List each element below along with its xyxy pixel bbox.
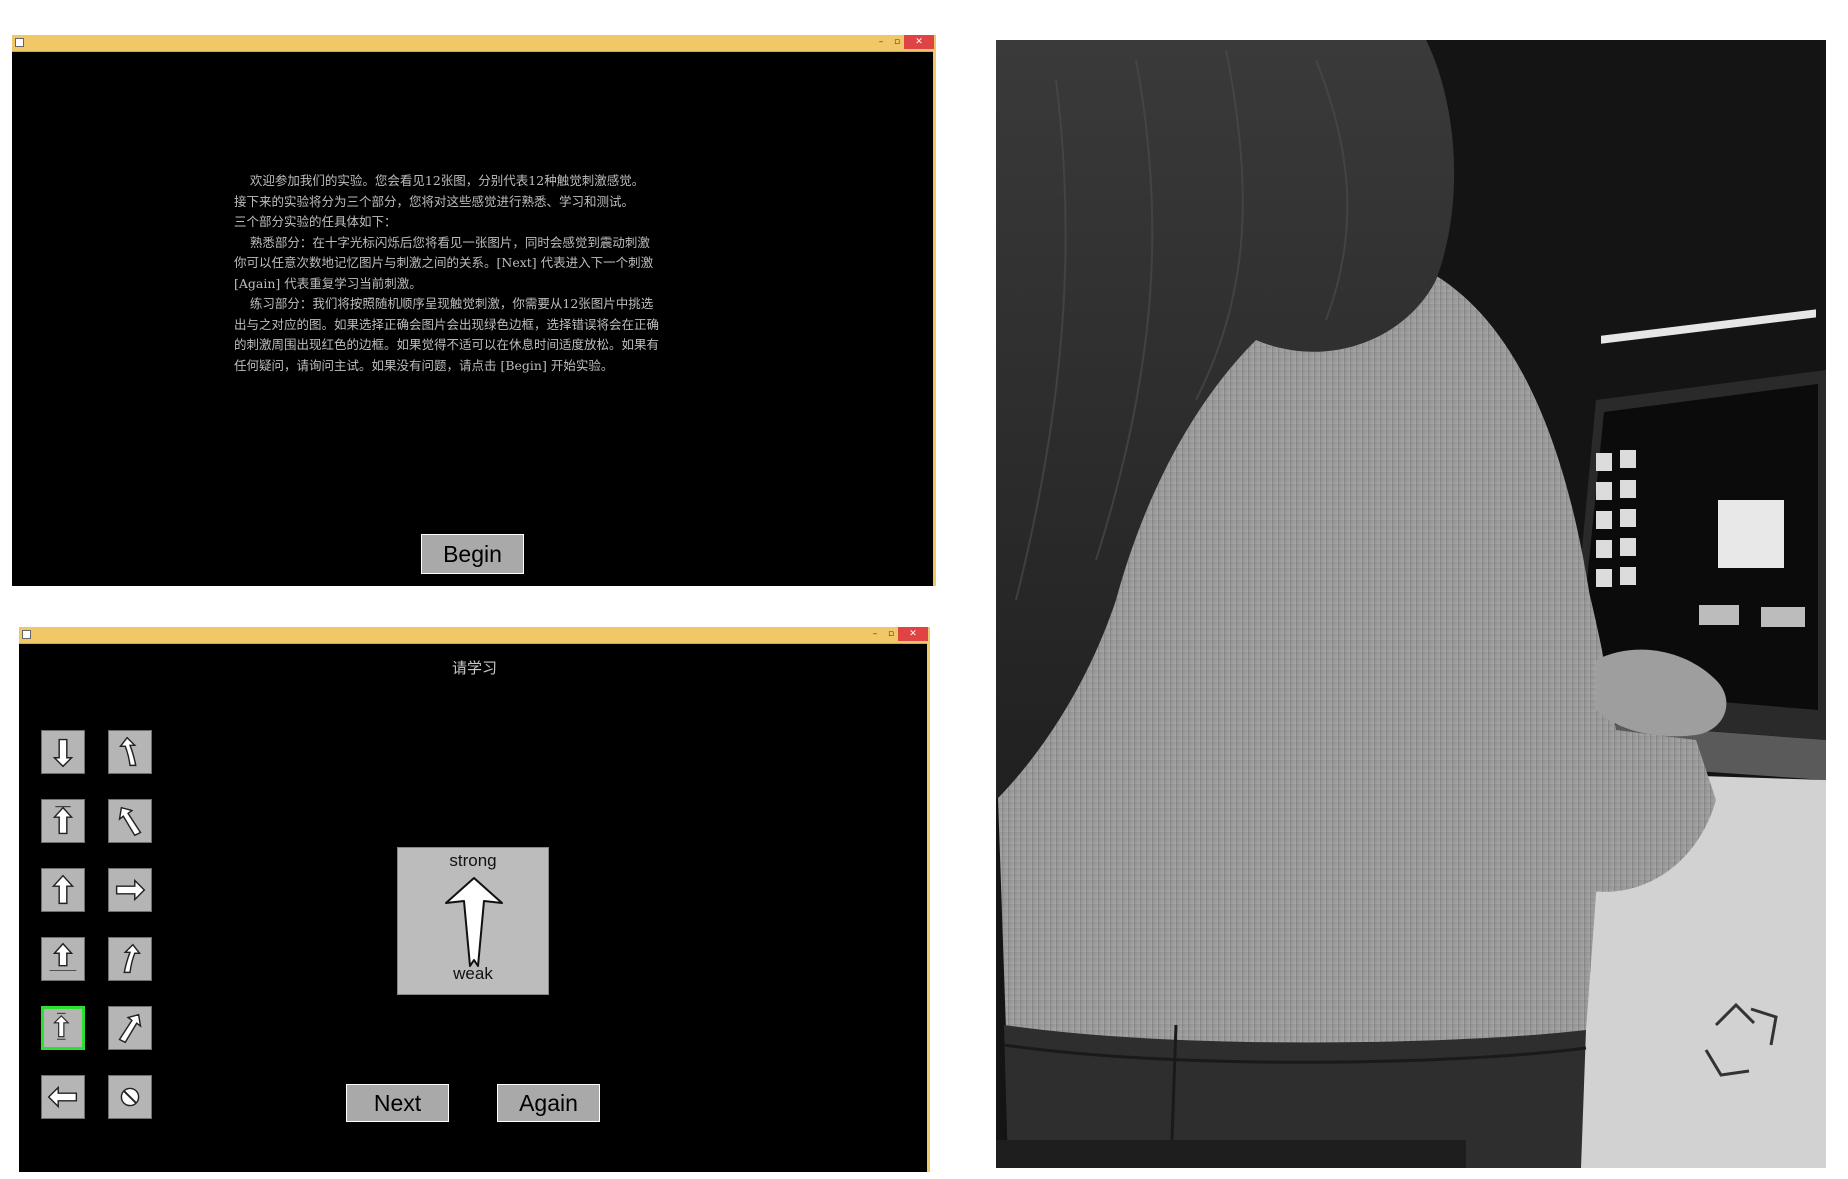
stimulus-tile[interactable] bbox=[108, 937, 152, 981]
close-icon[interactable]: ✕ bbox=[898, 627, 928, 641]
stimulus-tile[interactable] bbox=[41, 799, 85, 843]
instruction-line: 出与之对应的图。如果选择正确会图片会出现绿色边框，选择错误将会在正确 bbox=[234, 316, 660, 332]
instruction-line: 欢迎参加我们的实验。您会看见12张图，分别代表12种触觉刺激感觉。 bbox=[234, 173, 645, 188]
stimulus-tile[interactable] bbox=[108, 730, 152, 774]
arrow-left-icon bbox=[47, 1085, 78, 1109]
arrow-up-strong-weak-icon bbox=[53, 1012, 70, 1040]
arrow-up-high-speed-icon bbox=[49, 942, 77, 971]
stimulus-tile[interactable] bbox=[41, 1075, 85, 1119]
stimulus-tile[interactable] bbox=[41, 1006, 85, 1050]
instruction-text: 欢迎参加我们的实验。您会看见12张图，分别代表12种触觉刺激感觉。 接下来的实验将… bbox=[234, 171, 754, 376]
minimize-icon[interactable]: – bbox=[868, 627, 882, 641]
participant-photo-illustration bbox=[996, 40, 1826, 1168]
weak-label: weak bbox=[453, 964, 493, 983]
instruction-line: [Again] 代表重复学习当前刺激。 bbox=[234, 275, 422, 291]
stimulus-tile[interactable] bbox=[108, 1006, 152, 1050]
participant-photo bbox=[996, 40, 1826, 1168]
stimulus-tile[interactable] bbox=[41, 730, 85, 774]
instruction-line: 你可以任意次数地记忆图片与刺激之间的关系。[Next] 代表进入下一个刺激 bbox=[234, 255, 654, 270]
instruction-window: – ▫ ✕ 欢迎参加我们的实验。您会看见12张图，分别代表12种触觉刺激感觉。接… bbox=[12, 35, 936, 586]
no-stimulus-icon bbox=[120, 1087, 140, 1107]
window-border bbox=[927, 643, 930, 1172]
stimulus-tile[interactable] bbox=[108, 868, 152, 912]
maximize-icon[interactable]: ▫ bbox=[884, 627, 898, 641]
instruction-line: 三个部分实验的任具体如下： bbox=[234, 214, 397, 229]
again-button[interactable]: Again bbox=[497, 1084, 600, 1122]
curve-arrow-up-left-icon bbox=[118, 736, 137, 767]
arrow-down-icon bbox=[52, 738, 74, 768]
curve-arrow-up-right-icon bbox=[123, 943, 142, 974]
title-bar: – ▫ ✕ bbox=[12, 35, 936, 52]
arrow-up-icon bbox=[51, 874, 75, 905]
app-icon bbox=[15, 38, 24, 47]
page-title: 请学习 bbox=[451, 659, 497, 677]
maximize-icon[interactable]: ▫ bbox=[890, 35, 904, 49]
stimulus-tile[interactable] bbox=[41, 937, 85, 981]
instruction-line: 练习部分：我们将按照随机顺序呈现触觉刺激，你需要从12张图片中挑选 bbox=[234, 296, 654, 311]
stimulus-tile[interactable] bbox=[41, 868, 85, 912]
arrow-up-right-icon bbox=[118, 1013, 142, 1044]
close-icon[interactable]: ✕ bbox=[904, 35, 934, 49]
window-border bbox=[933, 51, 936, 586]
app-icon bbox=[22, 630, 31, 639]
arrow-up-strong-icon bbox=[52, 806, 74, 835]
title-bar: – ▫ ✕ bbox=[19, 627, 930, 644]
minimize-icon[interactable]: – bbox=[874, 35, 888, 49]
next-button[interactable]: Next bbox=[346, 1084, 449, 1122]
learning-window: – ▫ ✕ 请学习 strong weak Next Again bbox=[19, 627, 930, 1172]
begin-button[interactable]: Begin bbox=[421, 534, 524, 574]
arrow-right-icon bbox=[115, 878, 146, 902]
stimulus-tile[interactable] bbox=[108, 1075, 152, 1119]
arrow-up-left-icon bbox=[118, 806, 142, 837]
instruction-line: 的刺激周围出现红色的边框。如果觉得不适可以在休息时间适度放松。如果有 bbox=[234, 337, 660, 352]
instruction-line: 任何疑问，请询问主试。如果没有问题，请点击 [Begin] 开始实验。 bbox=[234, 357, 614, 373]
stimulus-tile[interactable] bbox=[108, 799, 152, 843]
instruction-line: 熟悉部分：在十字光标闪烁后您将看见一张图片，同时会感觉到震动刺激 bbox=[234, 234, 650, 250]
instruction-line: 接下来的实验将分为三个部分，您将对这些感觉进行熟悉、学习和测试。 bbox=[234, 193, 635, 209]
stimulus-display: strong weak bbox=[397, 847, 549, 995]
